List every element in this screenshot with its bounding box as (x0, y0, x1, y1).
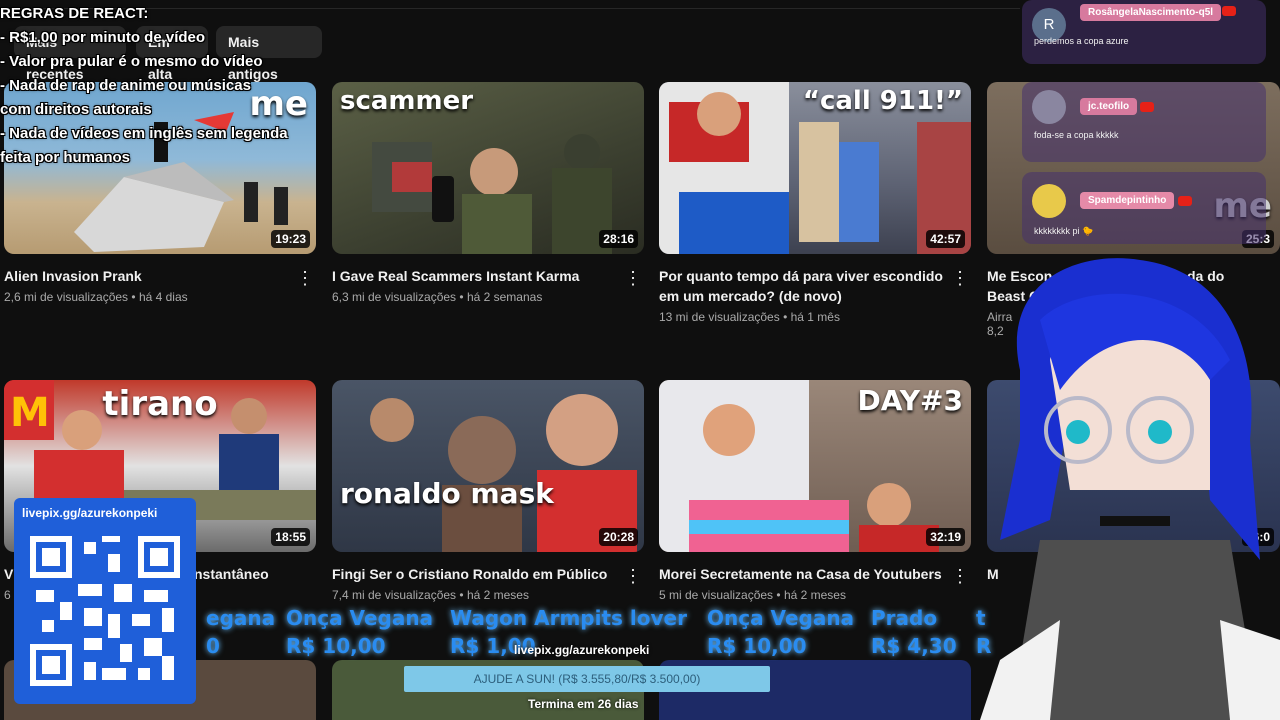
video-title-end: nstantâneo (194, 566, 269, 582)
duration-badge: 28:16 (599, 230, 638, 248)
more-options-icon[interactable]: ⋮ (624, 268, 642, 288)
donation-amount: R$ 10,00 (286, 634, 386, 658)
avatar (1032, 90, 1066, 124)
donation-goal-bar: AJUDE A SUN! (R$ 3.555,80/R$ 3.500,00) (404, 666, 770, 692)
chat-message: jc.teofilo foda-se a copa kkkkk (1022, 82, 1266, 162)
video-age: há 2 semanas (466, 290, 543, 304)
video-title[interactable]: Alien Invasion Prank (4, 266, 316, 286)
video-title[interactable]: Morei Secretamente na Casa de Youtubers (659, 564, 971, 584)
qr-label: livepix.gg/azurekonpeki (22, 506, 158, 520)
chat-username: RosângelaNascimento-q5l (1080, 4, 1222, 21)
chat-username: jc.teofilo (1080, 98, 1138, 115)
rules-line: feita por humanos (0, 149, 131, 166)
chat-text: perdemos a copa azure (1034, 36, 1129, 46)
donor-name: Wagon Armpits lover (450, 606, 687, 630)
donor-name: t (976, 606, 986, 630)
video-thumbnail[interactable]: scammer 28:16 (332, 82, 644, 254)
video-meta: 2,6 mi de visualizações • há 4 dias (4, 290, 188, 304)
qr-code-icon (30, 536, 180, 686)
rules-line: - Nada de rap de anime ou músicas (0, 77, 251, 94)
stream-chat-overlay: R RosângelaNascimento-q5l perdemos a cop… (1022, 0, 1266, 250)
duration-badge: 20:28 (599, 528, 638, 546)
video-title-start: V (4, 566, 14, 582)
video-card[interactable]: DAY#3 32:19 Morei Secretamente na Casa d… (659, 380, 971, 602)
video-card[interactable]: ronaldo mask 20:28 Fingi Ser o Cristiano… (332, 380, 644, 602)
video-age: há 2 meses (466, 588, 529, 602)
video-meta: 6,3 mi de visualizações • há 2 semanas (332, 290, 543, 304)
react-rules-overlay: REGRAS DE REACT: - R$1,00 por minuto de … (0, 2, 300, 170)
donation-ticker-item: Onça Vegana R$ 10,00 (707, 604, 854, 662)
video-thumbnail[interactable]: DAY#3 32:19 (659, 380, 971, 552)
youtube-icon (1140, 102, 1154, 112)
goal-ends-text: Termina em 26 dias (528, 697, 639, 711)
video-age: há 4 dias (138, 290, 188, 304)
rules-line: - Valor pra pular é o mesmo do vídeo (0, 53, 263, 70)
chat-username: Spamdepintinho (1080, 192, 1175, 209)
donor-name: egana (206, 606, 276, 630)
thumbnail-overlay-text: “call 911!” (802, 86, 963, 116)
video-meta: 13 mi de visualizações • há 1 mês (659, 310, 840, 324)
video-card[interactable]: scammer 28:16 I Gave Real Scammers Insta… (332, 82, 644, 304)
video-thumbnail[interactable]: ronaldo mask 20:28 (332, 380, 644, 552)
video-title[interactable]: Por quanto tempo dá para viver escondido… (659, 266, 971, 306)
chat-message: R RosângelaNascimento-q5l perdemos a cop… (1022, 0, 1266, 64)
thumbnail-art (370, 394, 637, 552)
donation-amount: R$ 4,30 (871, 634, 957, 658)
donation-ticker-item: egana 0 (206, 604, 275, 662)
video-card[interactable]: “call 911!” 42:57 Por quanto tempo dá pa… (659, 82, 971, 324)
donation-ticker-item: Onça Vegana R$ 10,00 (286, 604, 433, 662)
chat-text: foda-se a copa kkkkk (1034, 130, 1119, 140)
youtube-channel-videos-page: Mais recentes Em alta Mais antigos me 19… (0, 0, 1280, 720)
livepix-url: livepix.gg/azurekonpeki (514, 643, 650, 657)
donation-amount: R$ 10,00 (707, 634, 807, 658)
rules-line: - Nada de vídeos em inglês sem legenda (0, 125, 288, 142)
video-views: 7,4 mi de visualizações (332, 588, 457, 602)
donation-ticker-item: tR (976, 604, 991, 662)
video-age: há 2 meses (783, 588, 846, 602)
video-title[interactable]: Fingi Ser o Cristiano Ronaldo em Público (332, 564, 644, 584)
rules-line: - R$1,00 por minuto de vídeo (0, 29, 206, 46)
donor-name: Onça Vegana (707, 606, 855, 630)
video-views: 5 mi de visualizações (659, 588, 774, 602)
donation-amount: R (976, 634, 992, 658)
duration-badge: 19:23 (271, 230, 310, 248)
thumbnail-overlay-text: DAY#3 (857, 384, 963, 417)
thumbnail-overlay-text: tirano (102, 384, 218, 424)
more-options-icon[interactable]: ⋮ (296, 268, 314, 288)
video-title[interactable]: I Gave Real Scammers Instant Karma (332, 266, 644, 286)
video-age: há 1 mês (790, 310, 840, 324)
donor-name: Prado (871, 606, 938, 630)
avatar (1032, 184, 1066, 218)
donation-amount: 0 (206, 634, 220, 658)
video-meta: 7,4 mi de visualizações • há 2 meses (332, 588, 529, 602)
donor-name: Onça Vegana (286, 606, 434, 630)
donation-ticker-item: Prado R$ 4,30 (871, 604, 957, 662)
video-meta: 5 mi de visualizações • há 2 meses (659, 588, 846, 602)
vtuber-avatar (980, 258, 1280, 720)
chat-message: Spamdepintinho kkkkkkkk pi 🐤 (1022, 172, 1266, 244)
thumbnail-overlay-text: ronaldo mask (340, 477, 554, 510)
youtube-icon (1178, 196, 1192, 206)
video-thumbnail[interactable]: “call 911!” 42:57 (659, 82, 971, 254)
rules-line: com direitos autorais (0, 101, 152, 118)
thumbnail-overlay-text: scammer (340, 86, 474, 116)
video-views: 6,3 mi de visualizações (332, 290, 457, 304)
youtube-icon (1222, 6, 1236, 16)
chat-text: kkkkkkkk pi 🐤 (1034, 226, 1094, 236)
rules-heading: REGRAS DE REACT: (0, 5, 149, 22)
livepix-qr-panel[interactable]: livepix.gg/azurekonpeki (14, 498, 196, 704)
video-views: 2,6 mi de visualizações (4, 290, 129, 304)
more-options-icon[interactable]: ⋮ (624, 566, 642, 586)
video-views: 13 mi de visualizações (659, 310, 780, 324)
video-views: 6 (4, 588, 11, 602)
duration-badge: 18:55 (271, 528, 310, 546)
